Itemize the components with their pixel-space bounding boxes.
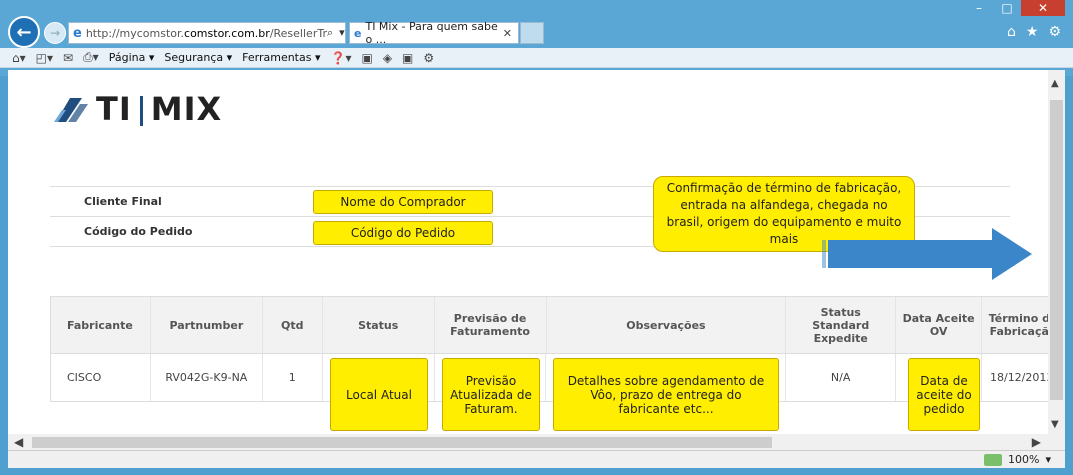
header-qtd: Qtd: [263, 297, 323, 353]
close-tab-icon[interactable]: ✕: [503, 27, 518, 40]
logo-text-ti: TI: [96, 90, 132, 128]
new-tab-button[interactable]: [520, 22, 544, 44]
vertical-scrollbar[interactable]: ▲ ▼: [1048, 70, 1065, 434]
minimize-button[interactable]: –: [965, 0, 993, 16]
url-prefix: http://mycomstor.: [85, 26, 185, 40]
horizontal-scrollbar[interactable]: ◀ ▶: [8, 434, 1065, 450]
header-previsao: Previsão de Faturamento: [435, 297, 547, 353]
command-bar: ⌂▾ ◰▾ ✉ ⎙▾ Página ▾ Segurança ▾ Ferramen…: [0, 48, 1073, 68]
gear-icon[interactable]: ⚙: [1048, 24, 1061, 40]
scroll-down-icon[interactable]: ▼: [1051, 419, 1059, 430]
ie-icon: e: [354, 26, 362, 40]
page-viewport: TI MIX Cliente Final Código do Pedido Nom…: [8, 70, 1065, 450]
logo-text-mix: MIX: [150, 90, 223, 128]
cell-partnumber: RV042G-K9-NA: [151, 354, 263, 401]
tab-active[interactable]: e TI Mix - Para quem sabe o ... ✕: [349, 20, 519, 46]
maximize-button[interactable]: □: [993, 0, 1021, 16]
home-icon[interactable]: ⌂: [1007, 24, 1016, 40]
header-partnumber: Partnumber: [151, 297, 263, 353]
header-status: Status: [323, 297, 435, 353]
cell-status-expedite: N/A: [786, 354, 897, 401]
menu-pagina[interactable]: Página ▾: [109, 51, 155, 64]
feeds-icon[interactable]: ◰▾: [36, 51, 53, 65]
menu-seguranca[interactable]: Segurança ▾: [164, 51, 232, 64]
scroll-left-icon[interactable]: ◀: [14, 435, 23, 449]
cell-qtd: 1: [263, 354, 323, 401]
header-observacoes: Observações: [547, 297, 787, 353]
zoom-level[interactable]: 100%: [1008, 453, 1039, 466]
addon-icon[interactable]: ◈: [383, 51, 392, 65]
right-arrow-icon: [822, 228, 1032, 280]
home-icon[interactable]: ⌂▾: [12, 51, 26, 65]
header-fabricante: Fabricante: [51, 297, 151, 353]
settings-icon[interactable]: ⚙: [423, 51, 434, 65]
callout-comprador: Nome do Comprador: [313, 190, 493, 214]
close-button[interactable]: ✕: [1021, 0, 1065, 16]
forward-button[interactable]: →: [44, 22, 66, 44]
onenote-icon-2[interactable]: ▣: [402, 51, 413, 65]
scroll-up-icon[interactable]: ▲: [1051, 78, 1059, 89]
table-header: Fabricante Partnumber Qtd Status Previsã…: [51, 297, 1064, 353]
label-cliente-final: Cliente Final: [84, 195, 162, 208]
cell-fabricante: CISCO: [51, 354, 151, 401]
help-icon[interactable]: ❓▾: [331, 51, 352, 65]
header-data-aceite: Data Aceite OV: [896, 297, 983, 353]
logo-mark-icon: [54, 98, 88, 122]
callout-local-atual: Local Atual: [330, 358, 428, 431]
callout-previsao: Previsão Atualizada de Faturam.: [442, 358, 540, 431]
window-controls: – □ ✕: [965, 0, 1065, 16]
status-bar: 100% ▾: [8, 450, 1065, 468]
browser-right-icons: ⌂ ★ ⚙: [1007, 24, 1061, 40]
ie-icon: e: [73, 26, 82, 41]
label-codigo-pedido: Código do Pedido: [84, 225, 193, 238]
vertical-scroll-thumb[interactable]: [1050, 100, 1063, 400]
back-button[interactable]: ←: [8, 16, 40, 48]
address-bar[interactable]: e http://mycomstor. comstor.com.br/Resell…: [68, 22, 360, 44]
header-status-expedite: Status Standard Expedite: [786, 297, 897, 353]
zoom-dropdown-icon[interactable]: ▾: [1045, 453, 1051, 466]
tab-title: TI Mix - Para quem sabe o ...: [365, 20, 498, 46]
print-icon[interactable]: ⎙▾: [83, 50, 99, 65]
horizontal-scroll-thumb[interactable]: [32, 437, 772, 448]
onenote-icon[interactable]: ▣: [361, 51, 372, 65]
menu-ferramentas[interactable]: Ferramentas ▾: [242, 51, 320, 64]
callout-detalhes: Detalhes sobre agendamento de Vôo, prazo…: [553, 358, 779, 431]
mail-icon[interactable]: ✉: [63, 51, 73, 65]
url-suffix: /ResellerTr: [269, 26, 327, 40]
dropdown-icon[interactable]: ▾: [339, 26, 345, 40]
termino-date: 18/12/2013: [989, 371, 1054, 384]
search-icon[interactable]: ⌕: [327, 26, 333, 40]
zoom-icon[interactable]: [984, 453, 1003, 466]
callout-data-aceite: Data de aceite do pedido: [908, 358, 980, 431]
timix-logo: TI MIX: [52, 90, 222, 128]
scroll-right-icon[interactable]: ▶: [1032, 435, 1041, 449]
star-icon[interactable]: ★: [1026, 24, 1039, 40]
callout-codigo: Código do Pedido: [313, 221, 493, 245]
url-host: comstor.com.br: [184, 26, 270, 40]
